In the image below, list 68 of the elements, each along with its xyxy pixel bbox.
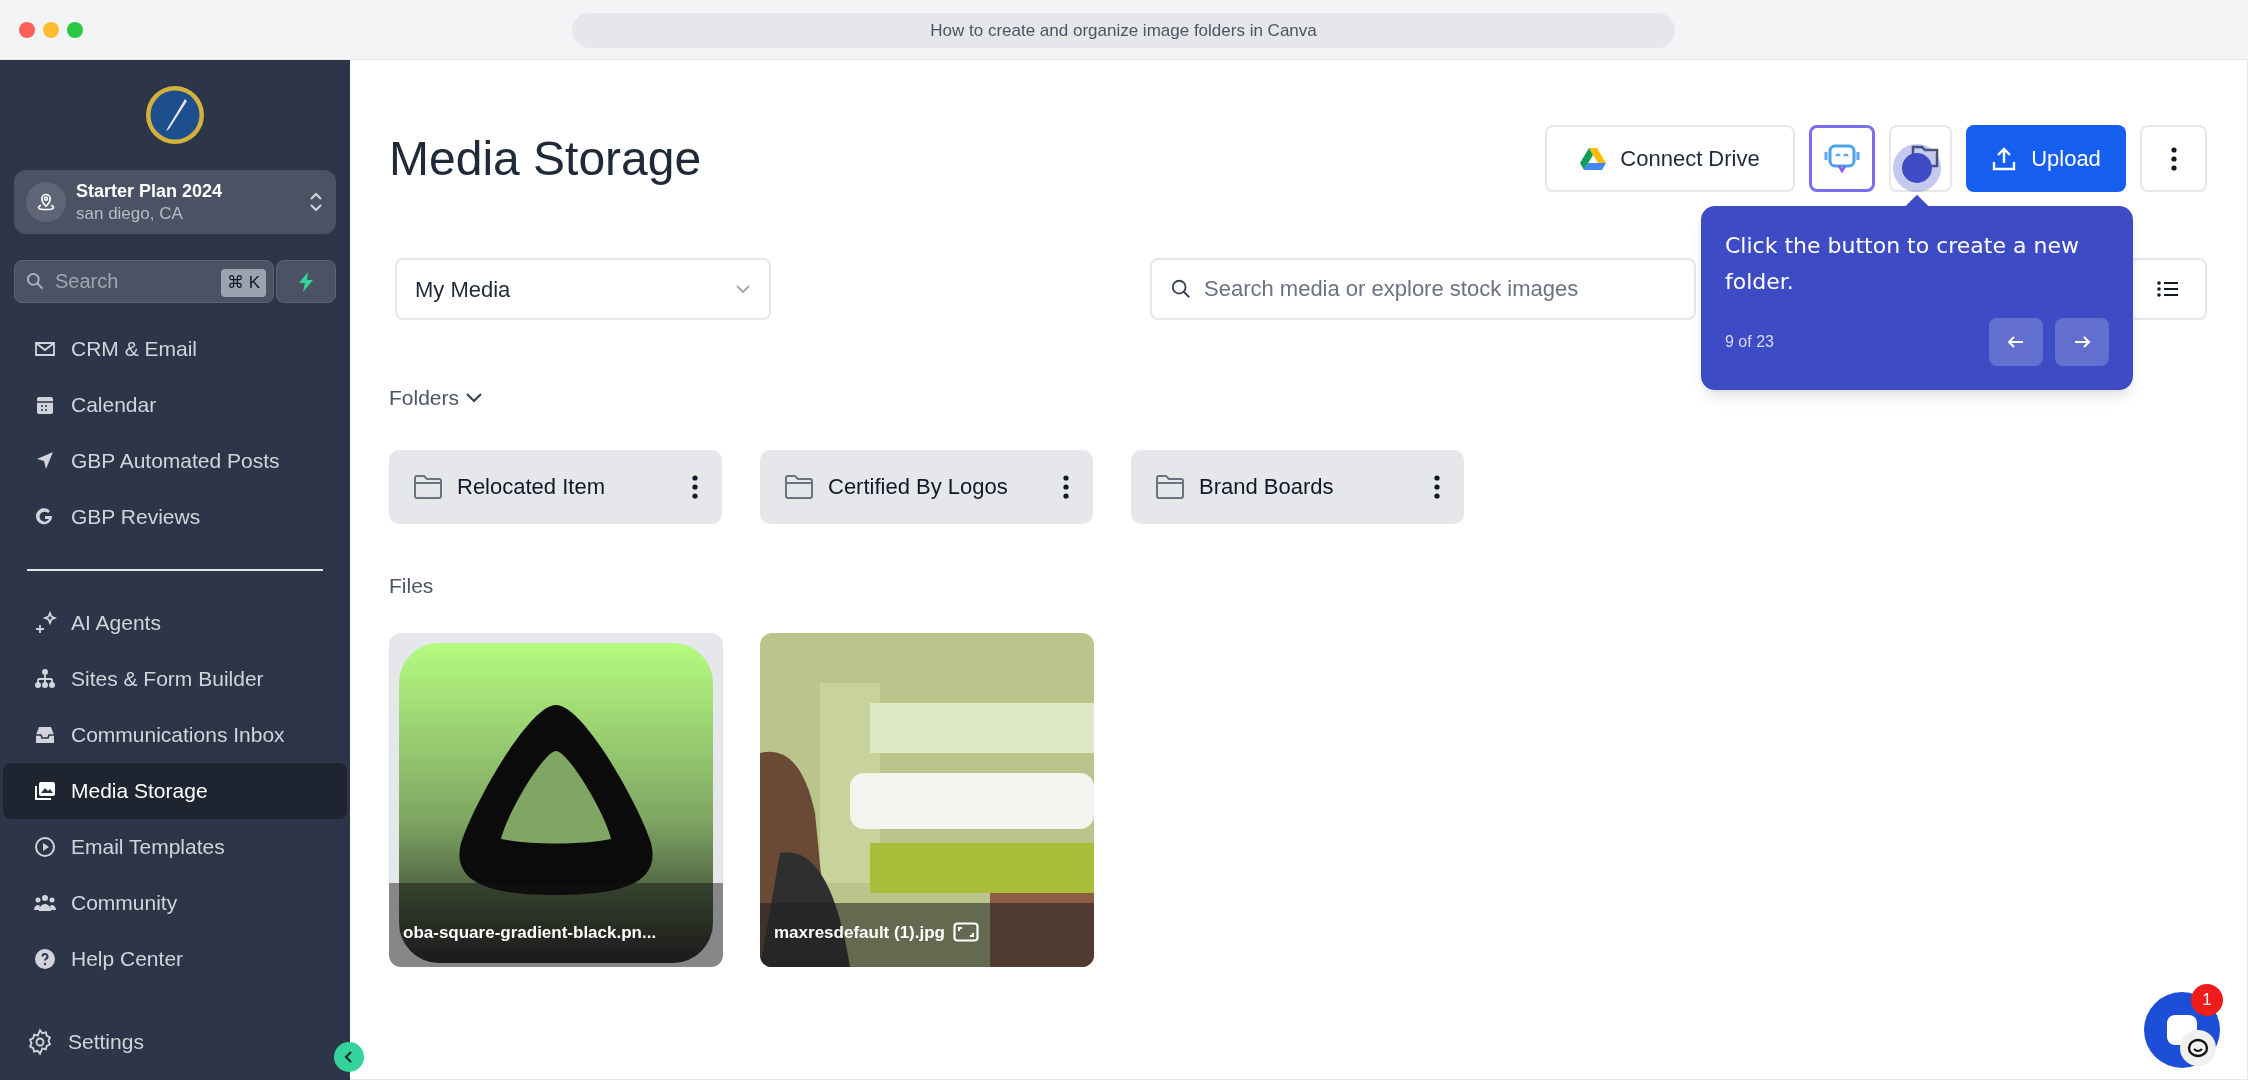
location-pin-icon [36, 192, 56, 212]
close-light[interactable] [19, 21, 35, 38]
notification-badge: 1 [2191, 984, 2223, 1016]
folders-toggle[interactable]: Folders [389, 382, 2207, 414]
help-icon [33, 947, 57, 971]
step-counter: 9 of 23 [1725, 332, 1775, 352]
logo-icon [145, 85, 205, 145]
arrow-left-icon [2007, 334, 2025, 350]
drive-triangle-icon [1580, 146, 1607, 171]
quick-action-button[interactable] [276, 260, 336, 303]
account-location: san diego, CA [76, 202, 184, 224]
play-circle-icon [33, 835, 57, 859]
tour-beacon [1893, 144, 1941, 192]
chevron-down-icon [465, 391, 484, 404]
folder-icon [1155, 473, 1185, 500]
chevron-down-icon [735, 284, 751, 294]
sidebar-item[interactable]: GBP Automated Posts [3, 433, 347, 489]
folder-card[interactable]: Brand Boards [1131, 449, 1464, 524]
sidebar-item[interactable]: Community [3, 875, 347, 931]
account-name: Starter Plan 2024 [76, 180, 224, 203]
file-name: oba-square-gradient-black.pn... [403, 921, 657, 944]
folder-icon [413, 473, 443, 500]
media-dropdown[interactable]: My Media [395, 258, 771, 320]
list-icon [2157, 280, 2179, 298]
folder-icon [784, 473, 814, 500]
sidebar-item[interactable]: Email Templates [3, 819, 347, 875]
gear-icon [26, 1028, 54, 1056]
upload-icon [1991, 145, 2018, 172]
page-title: Media Storage [389, 130, 703, 187]
sidebar-item[interactable]: GBP Reviews [3, 489, 347, 545]
settings-item[interactable]: Settings [26, 1014, 152, 1070]
file-card[interactable]: oba-square-gradient-black.pn... [389, 633, 723, 967]
window-title: How to create and organize image folders in Canva [572, 13, 1675, 48]
lightning-icon [297, 271, 315, 292]
sidebar-item[interactable]: CRM & Email [3, 321, 347, 377]
next-button[interactable] [2055, 318, 2109, 366]
sidebar-item[interactable]: Sites & Form Builder [3, 651, 347, 707]
ai-assistant-button[interactable] [1809, 125, 1875, 192]
folder-card[interactable]: Relocated Item [389, 449, 722, 524]
sidebar-item[interactable]: Help Center [3, 931, 347, 987]
arrow-right-icon [2073, 334, 2091, 350]
images-icon [33, 779, 57, 803]
folder-card[interactable]: Certified By Logos [760, 449, 1093, 524]
sidebar-item[interactable]: Calendar [3, 377, 347, 433]
media-search-field[interactable]: Search media or explore stock images [1150, 258, 1696, 320]
chevron-left-icon [343, 1050, 355, 1064]
folder-menu-button[interactable] [1434, 474, 1440, 499]
search-icon [1170, 278, 1192, 300]
more-vertical-icon [2170, 146, 2177, 171]
files-heading: Files [389, 572, 435, 599]
tooltip-text: Click the button to create a new folder. [1725, 232, 2080, 296]
connect-drive-button[interactable]: Connect Drive [1545, 125, 1795, 192]
sidebar-item[interactable]: Media Storage [3, 763, 347, 819]
file-card[interactable]: maxresdefault (1).jpg [760, 633, 1094, 967]
shortcut-key: ⌘ K [220, 269, 266, 297]
account-switcher[interactable]: Starter Plan 2024 san diego, CA [14, 170, 336, 234]
sitemap-icon [33, 667, 57, 691]
upload-button[interactable]: Upload [1966, 125, 2126, 192]
sidebar-item[interactable]: Communications Inbox [3, 707, 347, 763]
search-icon [25, 271, 45, 291]
sidebar-item[interactable]: AI Agents [3, 595, 347, 651]
file-name: maxresdefault (1).jpg [774, 921, 945, 944]
folder-menu-button[interactable] [692, 474, 698, 499]
previous-button[interactable] [1989, 318, 2043, 366]
collapse-button[interactable] [334, 1042, 364, 1072]
sparkle-plus-icon [33, 611, 57, 635]
chevron-updown-icon [308, 190, 324, 214]
folder-menu-button[interactable] [1063, 474, 1069, 499]
